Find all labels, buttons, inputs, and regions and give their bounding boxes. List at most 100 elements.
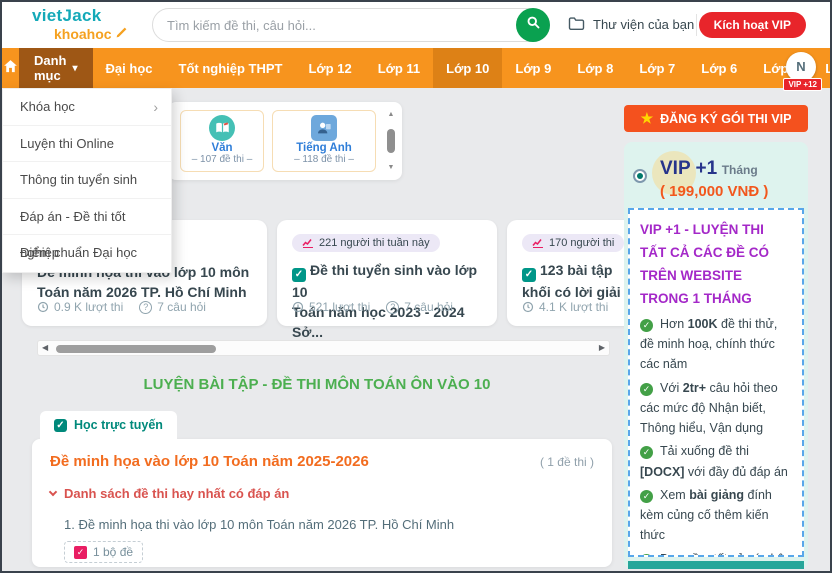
sidebar-bottom-strip: [628, 561, 804, 569]
nav-item-lop-7[interactable]: Lớp 7: [626, 48, 688, 88]
home-icon: [2, 58, 19, 78]
question-icon: ?: [139, 301, 152, 314]
exam-cards-horizontal-scrollbar[interactable]: ◀ ▶: [37, 340, 610, 356]
submenu-arrow-icon: ›: [153, 89, 158, 126]
nav-item-tot-nghiep-thpt[interactable]: Tốt nghiệp THPT: [166, 48, 296, 88]
subject-vertical-scrollbar[interactable]: ▲ ▼: [384, 109, 398, 173]
exam-list-header[interactable]: Danh sách đề thi hay nhất có đáp án: [50, 486, 594, 501]
scroll-left-icon[interactable]: ◀: [42, 343, 48, 352]
folder-icon: [568, 16, 585, 33]
home-button[interactable]: [2, 48, 19, 88]
exam-card-tuyen-sinh-2023[interactable]: 221 người thi tuần này ✓Đề thi tuyển sin…: [277, 220, 497, 326]
vip-plan-panel: VIP +1 Tháng ( 199,000 VNĐ ) VIP +1 - LU…: [624, 142, 808, 569]
plan-price: ( 199,000 VNĐ ): [660, 183, 768, 200]
vip-benefit-item: ✓Bao gồm tất cả các bậc từ Tiểu học đến …: [640, 549, 792, 558]
clock-icon: [37, 301, 49, 313]
tab-hoc-truc-tuyen[interactable]: ✓ Học trực tuyến: [40, 411, 177, 439]
nav-item-lop-9[interactable]: Lớp 9: [502, 48, 564, 88]
subject-card-van[interactable]: Văn – 107 đề thi –: [180, 110, 264, 172]
calendar-check-icon: ✓: [292, 268, 306, 282]
vip-benefits-box: VIP +1 - LUYỆN THI TẤT CẢ CÁC ĐỀ CÓ TRÊN…: [628, 208, 804, 557]
search-bar: [152, 8, 550, 42]
clock-icon: [522, 301, 534, 313]
weekly-attempts-badge: 221 người thi tuần này: [292, 234, 440, 252]
literature-book-icon: [209, 115, 235, 141]
scroll-right-icon[interactable]: ▶: [599, 343, 605, 352]
chart-icon: [532, 238, 544, 248]
scroll-thumb[interactable]: [56, 345, 216, 353]
check-icon: ✓: [640, 554, 653, 558]
menu-item-dap-an-de-thi[interactable]: Đáp án - Đề thi tốt nghiệp: [3, 199, 171, 236]
register-vip-button[interactable]: ★ ĐĂNG KÝ GÓI THI VIP: [624, 105, 808, 132]
vip-benefit-item: ✓Với 2tr+ câu hỏi theo các mức độ Nhận b…: [640, 378, 792, 439]
chevron-down-icon: [49, 487, 57, 495]
chevron-down-icon: ▾: [73, 63, 78, 74]
subject-name: Văn: [181, 142, 263, 154]
library-label: Thư viện của bạn: [593, 17, 694, 32]
main-nav: Danh mục ▾ Đại học Tốt nghiệp THPT Lớp 1…: [2, 48, 830, 88]
plan-unit: Tháng: [722, 163, 758, 177]
question-count: ? 7 câu hỏi: [386, 300, 453, 314]
menu-item-label: Khóa học: [20, 99, 75, 114]
vip-benefit-item: ✓Hơn 100K đề thi thử, đề minh hoạ, chính…: [640, 314, 792, 375]
section-heading: LUYỆN BÀI TẬP - ĐỀ THI MÔN TOÁN ÔN VÀO 1…: [22, 376, 612, 393]
vietjack-exam-page: vietJack khoahoc Thư viện của bạn: [0, 0, 832, 573]
practice-title: Đề minh họa vào lớp 10 Toán năm 2025-202…: [50, 453, 369, 470]
exam-list-header-label: Danh sách đề thi hay nhất có đáp án: [64, 486, 289, 501]
plan-name: VIP +1: [660, 158, 717, 180]
attempt-count: 521 lượt thi: [292, 300, 370, 314]
practice-card: Đề minh họa vào lớp 10 Toán năm 2025-202…: [32, 439, 612, 567]
logo-text-bottom: khoahoc: [54, 27, 112, 41]
library-link[interactable]: Thư viện của bạn: [568, 16, 694, 33]
english-student-icon: [311, 115, 337, 141]
attempt-count: 0.9 K lượt thi: [37, 300, 123, 314]
attempt-count: 4.1 K lượt thi: [522, 300, 608, 314]
nav-item-lop-12[interactable]: Lớp 12: [295, 48, 364, 88]
nav-menu-danh-muc[interactable]: Danh mục ▾: [19, 48, 93, 88]
menu-item-thong-tin-tuyen-sinh[interactable]: Thông tin tuyển sinh: [3, 162, 171, 199]
subject-exam-count: – 107 đề thi –: [181, 154, 263, 165]
clock-icon: [292, 301, 304, 313]
search-button[interactable]: [516, 8, 550, 42]
subject-panel: Văn – 107 đề thi – Tiếng Anh – 118 đề th…: [168, 102, 402, 180]
exam-count-label: ( 1 đề thi ): [540, 455, 594, 469]
vip-benefit-item: ✓Tải xuống đề thi [DOCX] với đầy đủ đáp …: [640, 441, 792, 482]
scroll-up-icon[interactable]: ▲: [388, 111, 395, 118]
vip-benefit-item: ✓Xem bài giảng đính kèm củng cố thêm kiế…: [640, 485, 792, 546]
tab-label: Học trực tuyến: [74, 418, 163, 432]
nav-item-lop-10[interactable]: Lớp 10: [433, 48, 502, 88]
search-icon: [526, 15, 541, 35]
nav-item-dai-hoc[interactable]: Đại học: [93, 48, 166, 88]
vietjack-logo[interactable]: vietJack khoahoc: [32, 7, 128, 41]
header-divider: [696, 14, 697, 36]
menu-item-diem-chuan[interactable]: Điểm chuẩn Đại học: [3, 235, 171, 272]
avatar-vip-badge: VIP +12: [783, 78, 822, 91]
vip-description: VIP +1 - LUYỆN THI TẤT CẢ CÁC ĐỀ CÓ TRÊN…: [640, 219, 792, 311]
star-icon: ★: [641, 110, 654, 127]
check-icon: ✓: [640, 446, 653, 459]
nav-item-lop-11[interactable]: Lớp 11: [365, 48, 433, 88]
danh-muc-dropdown: Khóa học › Luyện thi Online Thông tin tu…: [2, 88, 172, 273]
calendar-check-icon: ✓: [522, 268, 536, 282]
exam-set-badge-label: 1 bộ đề: [93, 545, 133, 559]
plan-radio-selected[interactable]: [633, 169, 647, 183]
menu-item-khoa-hoc[interactable]: Khóa học ›: [3, 89, 171, 126]
nav-menu-label: Danh mục: [34, 53, 67, 83]
subject-exam-count: – 118 đề thi –: [273, 154, 375, 165]
top-header: vietJack khoahoc Thư viện của bạn: [2, 2, 830, 48]
scroll-thumb[interactable]: [387, 129, 395, 153]
vip-sidebar: ★ ĐĂNG KÝ GÓI THI VIP VIP +1 Tháng ( 199…: [624, 97, 812, 571]
search-input[interactable]: [153, 18, 516, 33]
subject-card-tieng-anh[interactable]: Tiếng Anh – 118 đề thi –: [272, 110, 376, 172]
nav-item-lop-8[interactable]: Lớp 8: [564, 48, 626, 88]
nav-item-lop-6[interactable]: Lớp 6: [688, 48, 750, 88]
menu-item-luyen-thi-online[interactable]: Luyện thi Online: [3, 126, 171, 163]
calendar-icon: ✓: [74, 546, 87, 559]
scroll-down-icon[interactable]: ▼: [388, 164, 395, 171]
check-icon: ✓: [640, 319, 653, 332]
question-count: ? 7 câu hỏi: [139, 300, 206, 314]
check-icon: ✓: [640, 490, 653, 503]
exam-list-item[interactable]: 1. Đề minh họa thi vào lớp 10 môn Toán n…: [64, 517, 594, 532]
weekly-attempts-badge: 170 người thi: [522, 234, 624, 252]
activate-vip-button[interactable]: Kích hoạt VIP: [699, 12, 806, 38]
